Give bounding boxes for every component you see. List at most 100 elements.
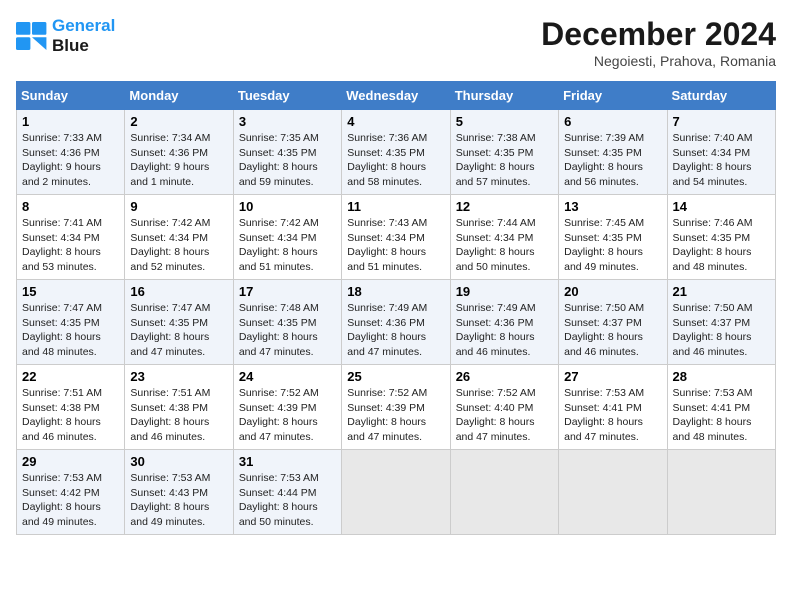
- calendar-cell: 11 Sunrise: 7:43 AMSunset: 4:34 PMDaylig…: [342, 195, 450, 280]
- calendar-cell: 30 Sunrise: 7:53 AMSunset: 4:43 PMDaylig…: [125, 450, 233, 535]
- day-number: 14: [673, 199, 770, 214]
- logo-text: General Blue: [52, 16, 115, 57]
- day-detail: Sunrise: 7:53 AMSunset: 4:41 PMDaylight:…: [673, 387, 753, 443]
- weekday-header-sunday: Sunday: [17, 82, 125, 110]
- day-number: 6: [564, 114, 661, 129]
- day-detail: Sunrise: 7:44 AMSunset: 4:34 PMDaylight:…: [456, 217, 536, 273]
- day-detail: Sunrise: 7:47 AMSunset: 4:35 PMDaylight:…: [22, 302, 102, 358]
- day-detail: Sunrise: 7:42 AMSunset: 4:34 PMDaylight:…: [239, 217, 319, 273]
- day-number: 23: [130, 369, 227, 384]
- day-detail: Sunrise: 7:48 AMSunset: 4:35 PMDaylight:…: [239, 302, 319, 358]
- calendar-cell: [667, 450, 775, 535]
- calendar-week-4: 22 Sunrise: 7:51 AMSunset: 4:38 PMDaylig…: [17, 365, 776, 450]
- day-detail: Sunrise: 7:49 AMSunset: 4:36 PMDaylight:…: [347, 302, 427, 358]
- logo-icon: [16, 22, 48, 50]
- day-number: 2: [130, 114, 227, 129]
- calendar-cell: 18 Sunrise: 7:49 AMSunset: 4:36 PMDaylig…: [342, 280, 450, 365]
- day-number: 17: [239, 284, 336, 299]
- calendar-cell: 10 Sunrise: 7:42 AMSunset: 4:34 PMDaylig…: [233, 195, 341, 280]
- day-number: 25: [347, 369, 444, 384]
- calendar-cell: 2 Sunrise: 7:34 AMSunset: 4:36 PMDayligh…: [125, 110, 233, 195]
- calendar-week-1: 1 Sunrise: 7:33 AMSunset: 4:36 PMDayligh…: [17, 110, 776, 195]
- day-number: 22: [22, 369, 119, 384]
- day-number: 9: [130, 199, 227, 214]
- calendar-cell: 16 Sunrise: 7:47 AMSunset: 4:35 PMDaylig…: [125, 280, 233, 365]
- weekday-header-monday: Monday: [125, 82, 233, 110]
- calendar-cell: 29 Sunrise: 7:53 AMSunset: 4:42 PMDaylig…: [17, 450, 125, 535]
- day-number: 26: [456, 369, 553, 384]
- calendar-cell: 15 Sunrise: 7:47 AMSunset: 4:35 PMDaylig…: [17, 280, 125, 365]
- day-detail: Sunrise: 7:50 AMSunset: 4:37 PMDaylight:…: [673, 302, 753, 358]
- calendar-cell: 8 Sunrise: 7:41 AMSunset: 4:34 PMDayligh…: [17, 195, 125, 280]
- calendar-cell: 19 Sunrise: 7:49 AMSunset: 4:36 PMDaylig…: [450, 280, 558, 365]
- calendar-cell: 14 Sunrise: 7:46 AMSunset: 4:35 PMDaylig…: [667, 195, 775, 280]
- day-number: 7: [673, 114, 770, 129]
- calendar-cell: 9 Sunrise: 7:42 AMSunset: 4:34 PMDayligh…: [125, 195, 233, 280]
- calendar-cell: 21 Sunrise: 7:50 AMSunset: 4:37 PMDaylig…: [667, 280, 775, 365]
- day-detail: Sunrise: 7:51 AMSunset: 4:38 PMDaylight:…: [22, 387, 102, 443]
- location: Negoiesti, Prahova, Romania: [541, 53, 776, 69]
- calendar-cell: 20 Sunrise: 7:50 AMSunset: 4:37 PMDaylig…: [559, 280, 667, 365]
- calendar-table: SundayMondayTuesdayWednesdayThursdayFrid…: [16, 81, 776, 535]
- day-number: 21: [673, 284, 770, 299]
- day-detail: Sunrise: 7:39 AMSunset: 4:35 PMDaylight:…: [564, 132, 644, 188]
- weekday-header-row: SundayMondayTuesdayWednesdayThursdayFrid…: [17, 82, 776, 110]
- day-number: 8: [22, 199, 119, 214]
- day-detail: Sunrise: 7:52 AMSunset: 4:39 PMDaylight:…: [347, 387, 427, 443]
- day-number: 13: [564, 199, 661, 214]
- calendar-cell: 31 Sunrise: 7:53 AMSunset: 4:44 PMDaylig…: [233, 450, 341, 535]
- day-detail: Sunrise: 7:41 AMSunset: 4:34 PMDaylight:…: [22, 217, 102, 273]
- day-detail: Sunrise: 7:53 AMSunset: 4:42 PMDaylight:…: [22, 472, 102, 528]
- day-detail: Sunrise: 7:45 AMSunset: 4:35 PMDaylight:…: [564, 217, 644, 273]
- logo: General Blue: [16, 16, 115, 57]
- day-number: 12: [456, 199, 553, 214]
- day-detail: Sunrise: 7:40 AMSunset: 4:34 PMDaylight:…: [673, 132, 753, 188]
- day-detail: Sunrise: 7:46 AMSunset: 4:35 PMDaylight:…: [673, 217, 753, 273]
- day-detail: Sunrise: 7:50 AMSunset: 4:37 PMDaylight:…: [564, 302, 644, 358]
- day-number: 10: [239, 199, 336, 214]
- day-number: 31: [239, 454, 336, 469]
- day-detail: Sunrise: 7:52 AMSunset: 4:39 PMDaylight:…: [239, 387, 319, 443]
- page-header: General Blue December 2024 Negoiesti, Pr…: [16, 16, 776, 69]
- calendar-cell: 27 Sunrise: 7:53 AMSunset: 4:41 PMDaylig…: [559, 365, 667, 450]
- day-number: 19: [456, 284, 553, 299]
- day-number: 28: [673, 369, 770, 384]
- calendar-week-5: 29 Sunrise: 7:53 AMSunset: 4:42 PMDaylig…: [17, 450, 776, 535]
- calendar-cell: 1 Sunrise: 7:33 AMSunset: 4:36 PMDayligh…: [17, 110, 125, 195]
- calendar-cell: 6 Sunrise: 7:39 AMSunset: 4:35 PMDayligh…: [559, 110, 667, 195]
- calendar-cell: 24 Sunrise: 7:52 AMSunset: 4:39 PMDaylig…: [233, 365, 341, 450]
- day-detail: Sunrise: 7:52 AMSunset: 4:40 PMDaylight:…: [456, 387, 536, 443]
- calendar-cell: [450, 450, 558, 535]
- calendar-cell: 5 Sunrise: 7:38 AMSunset: 4:35 PMDayligh…: [450, 110, 558, 195]
- title-block: December 2024 Negoiesti, Prahova, Romani…: [541, 16, 776, 69]
- day-detail: Sunrise: 7:49 AMSunset: 4:36 PMDaylight:…: [456, 302, 536, 358]
- day-number: 16: [130, 284, 227, 299]
- day-number: 27: [564, 369, 661, 384]
- calendar-cell: 22 Sunrise: 7:51 AMSunset: 4:38 PMDaylig…: [17, 365, 125, 450]
- day-number: 18: [347, 284, 444, 299]
- day-detail: Sunrise: 7:53 AMSunset: 4:41 PMDaylight:…: [564, 387, 644, 443]
- calendar-cell: 26 Sunrise: 7:52 AMSunset: 4:40 PMDaylig…: [450, 365, 558, 450]
- day-detail: Sunrise: 7:36 AMSunset: 4:35 PMDaylight:…: [347, 132, 427, 188]
- day-detail: Sunrise: 7:53 AMSunset: 4:43 PMDaylight:…: [130, 472, 210, 528]
- day-number: 20: [564, 284, 661, 299]
- calendar-cell: 25 Sunrise: 7:52 AMSunset: 4:39 PMDaylig…: [342, 365, 450, 450]
- day-number: 5: [456, 114, 553, 129]
- calendar-cell: 28 Sunrise: 7:53 AMSunset: 4:41 PMDaylig…: [667, 365, 775, 450]
- month-title: December 2024: [541, 16, 776, 53]
- calendar-week-2: 8 Sunrise: 7:41 AMSunset: 4:34 PMDayligh…: [17, 195, 776, 280]
- calendar-cell: 13 Sunrise: 7:45 AMSunset: 4:35 PMDaylig…: [559, 195, 667, 280]
- day-number: 11: [347, 199, 444, 214]
- calendar-cell: 3 Sunrise: 7:35 AMSunset: 4:35 PMDayligh…: [233, 110, 341, 195]
- day-number: 3: [239, 114, 336, 129]
- calendar-cell: 7 Sunrise: 7:40 AMSunset: 4:34 PMDayligh…: [667, 110, 775, 195]
- calendar-cell: [559, 450, 667, 535]
- day-number: 15: [22, 284, 119, 299]
- calendar-cell: [342, 450, 450, 535]
- day-number: 29: [22, 454, 119, 469]
- day-number: 24: [239, 369, 336, 384]
- calendar-cell: 12 Sunrise: 7:44 AMSunset: 4:34 PMDaylig…: [450, 195, 558, 280]
- weekday-header-tuesday: Tuesday: [233, 82, 341, 110]
- day-detail: Sunrise: 7:34 AMSunset: 4:36 PMDaylight:…: [130, 132, 210, 188]
- day-detail: Sunrise: 7:33 AMSunset: 4:36 PMDaylight:…: [22, 132, 102, 188]
